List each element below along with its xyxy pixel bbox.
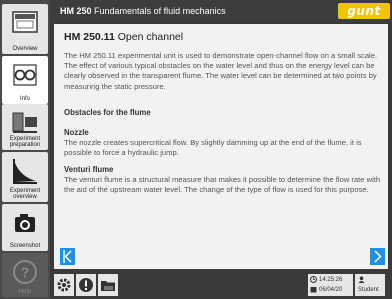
section-heading: Obstacles for the flume [64,108,151,117]
venturi-heading: Venturi flume [64,165,114,174]
page-title-text: Open channel [117,31,184,43]
sidebar-item-label: Info [19,96,30,102]
sidebar-item-help[interactable]: ? Help [2,253,48,297]
alert-icon [79,278,93,292]
sidebar-item-info[interactable]: Info [2,56,48,104]
time-display: 14:25:26 [319,277,343,283]
svg-text:?: ? [21,264,30,280]
user-panel[interactable]: Student [355,274,385,296]
previous-page-button[interactable] [60,248,75,265]
sidebar: Overview Info Experiment preparation Exp… [0,0,50,299]
nozzle-heading: Nozzle [64,128,89,137]
clock-icon [310,276,317,283]
sidebar-item-label: Overview [12,46,38,52]
nozzle-paragraph: The nozzle creates supercritical flow. B… [64,138,362,158]
title-bar: HM 250 Fundamentals of fluid mechanics g… [50,0,392,22]
alarm-button[interactable] [76,274,96,296]
chevron-left-icon [63,250,72,263]
device-setup-icon [2,108,48,138]
calendar-icon [310,287,317,293]
intro-paragraph: The HM 250.11 experimental unit is used … [64,51,378,91]
sidebar-item-screenshot[interactable]: Screenshot [2,204,48,251]
chart-icon [2,156,48,186]
help-icon: ? [2,257,48,287]
camera-icon [2,208,48,238]
sidebar-item-label: Help [18,289,32,295]
reading-glasses-icon [2,60,48,90]
venturi-paragraph: The venturi flume is a structural measur… [64,175,381,195]
sidebar-item-experiment-preparation[interactable]: Experiment preparation [2,104,48,150]
next-page-button[interactable] [370,248,385,265]
app-code: HM 250 [60,6,92,16]
date-display: 06/04/20 [319,287,343,293]
folder-icon [101,281,115,291]
app-title: HM 250 Fundamentals of fluid mechanics [60,6,226,16]
settings-button[interactable] [54,274,74,296]
gear-icon [57,278,71,292]
clock-panel: 14:25:26 06/04/20 [308,274,353,296]
user-name: Student [358,287,379,293]
sidebar-item-label: Screenshot [9,243,41,249]
info-panel: HM 250.11 Open channel The HM 250.11 exp… [54,24,388,269]
app-subtitle: Fundamentals of fluid mechanics [94,6,226,16]
page-title-code: HM 250.11 [64,31,115,43]
chevron-right-icon [374,250,382,263]
page-title: HM 250.11 Open channel [64,31,183,43]
device-overview-icon [2,8,48,38]
sidebar-item-experiment-overview[interactable]: Experiment overview [2,152,48,202]
user-icon [358,276,365,283]
gunt-logo: gunt [338,3,390,19]
bottom-toolbar: 14:25:26 06/04/20 Student [50,271,392,299]
open-folder-button[interactable] [98,274,118,296]
sidebar-item-overview[interactable]: Overview [2,4,48,54]
sidebar-item-label: Experiment overview [9,188,41,200]
